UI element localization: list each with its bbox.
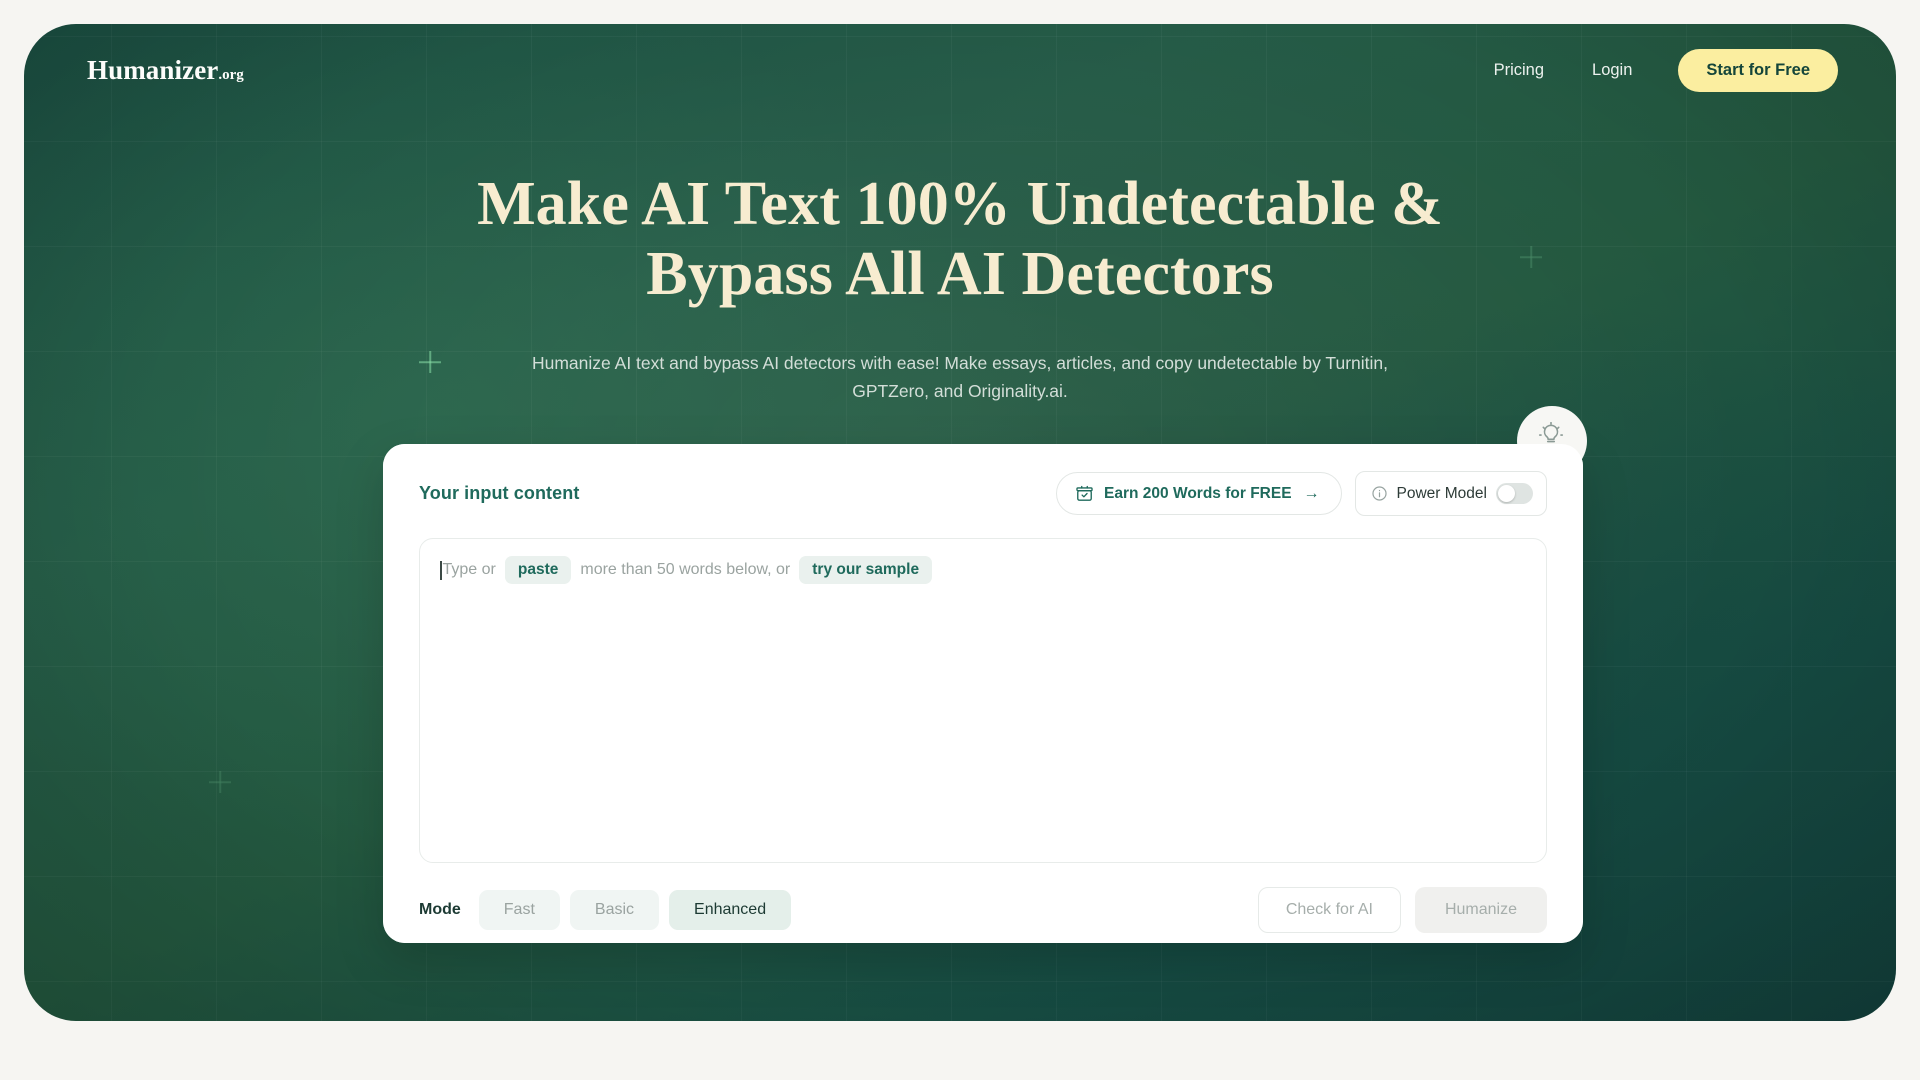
headline-line-1: Make AI Text 100% Undetectable & — [477, 170, 1443, 238]
text-input-area[interactable]: Type or paste more than 50 words below, … — [419, 538, 1547, 863]
card-header: Your input content Earn 200 Words for FR… — [383, 444, 1583, 516]
power-model-label: Power Model — [1396, 484, 1487, 502]
paste-chip-button[interactable]: paste — [504, 556, 572, 584]
info-circle-icon[interactable] — [1371, 485, 1388, 502]
input-placeholder: Type or paste more than 50 words below, … — [440, 556, 1526, 584]
top-navigation: Humanizer.org Pricing Login Start for Fr… — [24, 24, 1896, 116]
check-for-ai-button[interactable]: Check for AI — [1257, 887, 1401, 933]
power-model-control[interactable]: Power Model — [1354, 471, 1547, 516]
mode-label: Mode — [419, 901, 461, 918]
try-sample-chip-button[interactable]: try our sample — [799, 556, 933, 584]
nav-links-group: Pricing Login Start for Free — [1470, 48, 1838, 92]
hero-subheadline: Humanize AI text and bypass AI detectors… — [531, 353, 1388, 402]
earn-words-label: Earn 200 Words for FREE — [1104, 484, 1292, 502]
nav-link-login[interactable]: Login — [1568, 53, 1656, 88]
toggle-knob — [1498, 485, 1515, 502]
text-caret — [440, 560, 442, 580]
card-footer: Mode Fast Basic Enhanced Check for AI Hu… — [383, 863, 1583, 933]
placeholder-middle: more than 50 words below, or — [580, 561, 791, 578]
plus-marker-icon — [419, 351, 441, 373]
arrow-right-icon: → — [1303, 484, 1320, 502]
mode-button-enhanced[interactable]: Enhanced — [669, 890, 792, 930]
logo-name: Humanizer — [87, 54, 219, 85]
card-action-buttons: Check for AI Humanize — [1257, 887, 1547, 933]
site-logo[interactable]: Humanizer.org — [87, 55, 244, 86]
placeholder-prefix: Type or — [442, 561, 496, 578]
gift-box-icon — [1076, 485, 1093, 501]
headline-line-2: Bypass All AI Detectors — [646, 240, 1274, 309]
hero-headline: Make AI Text 100% Undetectable & Bypass … — [24, 169, 1896, 310]
plus-marker-icon — [209, 771, 231, 793]
earn-words-button[interactable]: Earn 200 Words for FREE → — [1056, 472, 1342, 515]
card-title: Your input content — [419, 483, 580, 503]
logo-tld: .org — [218, 66, 244, 83]
start-for-free-button[interactable]: Start for Free — [1678, 48, 1838, 92]
power-model-toggle[interactable] — [1496, 483, 1533, 504]
input-card: Your input content Earn 200 Words for FR… — [383, 406, 1587, 943]
mode-button-fast[interactable]: Fast — [478, 890, 560, 930]
mode-button-basic[interactable]: Basic — [569, 890, 660, 930]
card-header-actions: Earn 200 Words for FREE → Power Model — [1056, 471, 1547, 516]
nav-link-pricing[interactable]: Pricing — [1470, 53, 1568, 88]
hero-section: Humanizer.org Pricing Login Start for Fr… — [24, 24, 1896, 1021]
input-card-inner: Your input content Earn 200 Words for FR… — [383, 444, 1583, 943]
humanize-button[interactable]: Humanize — [1414, 887, 1547, 933]
